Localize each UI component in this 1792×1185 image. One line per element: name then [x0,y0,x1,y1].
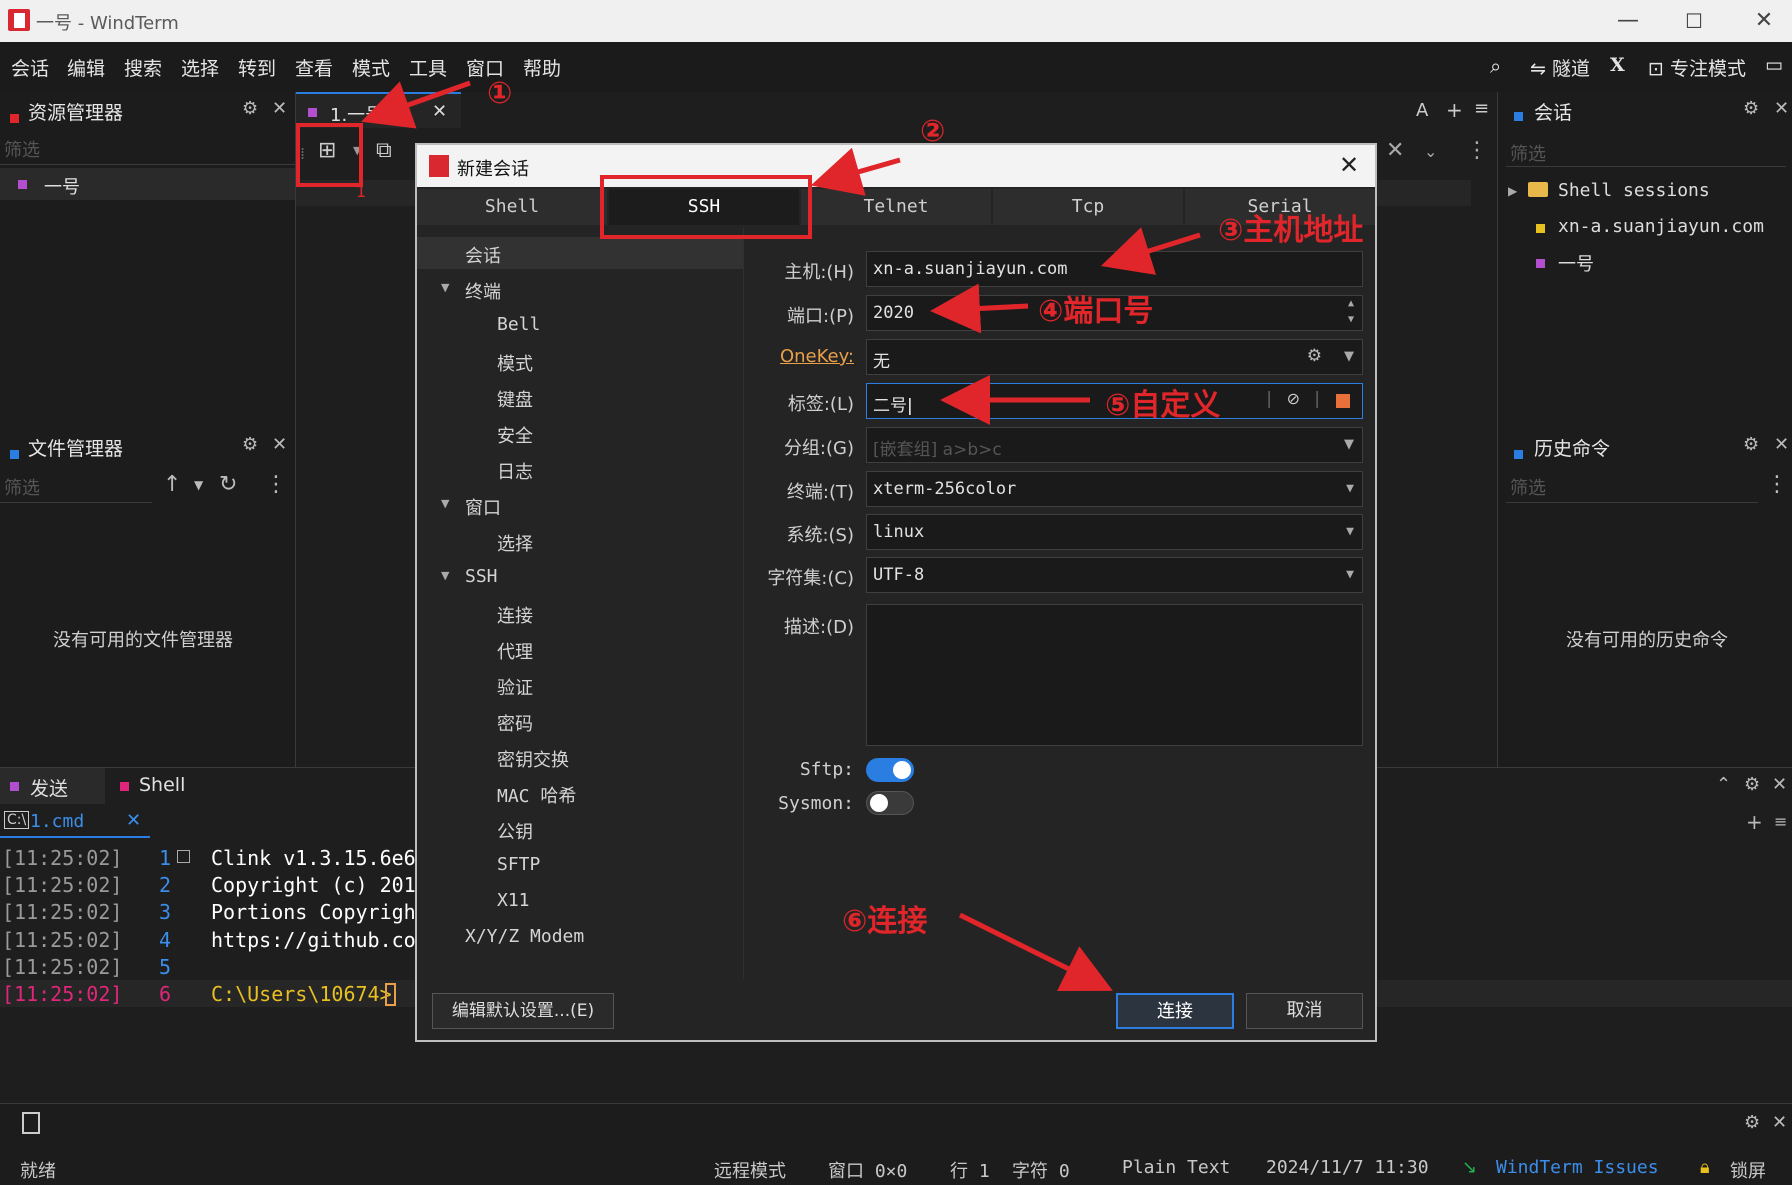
annotation-arrows [361,80,1201,992]
annotation-step5: ⑤自定义 [1105,388,1221,423]
annotation-step2: ② [920,114,946,149]
annotation-step3: ③主机地址 [1218,213,1364,248]
annotation-step6: ⑥连接 [842,904,928,939]
annotation-step1: ① [487,76,513,111]
annotation-step4: ④端口号 [1038,294,1154,329]
